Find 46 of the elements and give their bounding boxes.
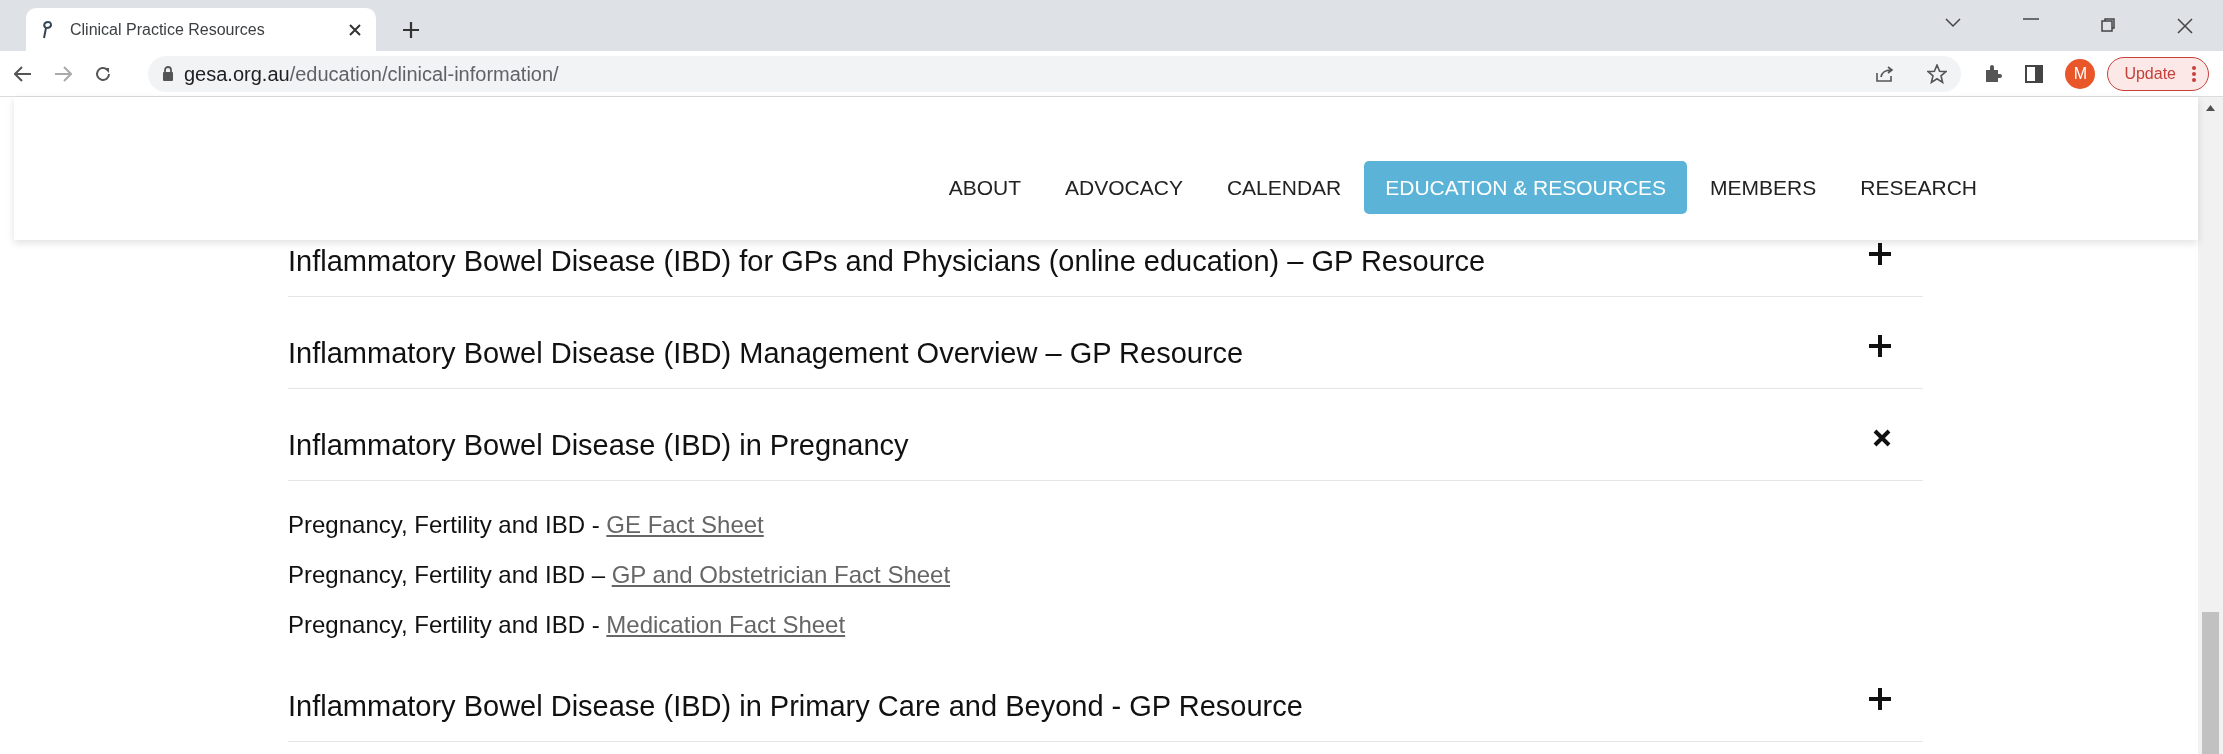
accordion-header[interactable]: Inflammatory Bowel Disease (IBD) Management Overview – GP Resource	[288, 297, 1923, 389]
link-label: Pregnancy, Fertility and IBD –	[288, 560, 607, 590]
close-icon[interactable]	[2177, 17, 2193, 34]
scrollbar-thumb[interactable]	[2202, 612, 2219, 754]
profile-avatar[interactable]: M	[2065, 58, 2096, 89]
puzzle-icon[interactable]	[1983, 63, 2004, 84]
accordion-title: Inflammatory Bowel Disease (IBD) for GPs and Physicians (online education) – GP Resource	[288, 244, 1486, 278]
reload-icon[interactable]	[94, 64, 112, 83]
share-icon[interactable]	[1875, 64, 1896, 83]
chevron-down-icon[interactable]	[1945, 17, 1961, 28]
accordion-header[interactable]: Inflammatory Bowel Disease (IBD) in Primary Care and Beyond - GP Resource	[288, 650, 1923, 742]
link-label: Pregnancy, Fertility and IBD -	[288, 610, 601, 640]
update-button[interactable]: Update	[2107, 56, 2209, 91]
accordion-header[interactable]: Inflammatory Bowel Disease (IBD) for GPs and Physicians (online education) – GP Resource	[288, 240, 1923, 297]
address-bar[interactable]: gesa.org.au/education/clinical-information/	[148, 55, 1962, 92]
plus-icon[interactable]	[1869, 688, 1891, 710]
fact-sheet-link[interactable]: GP and Obstetrician Fact Sheet	[611, 557, 951, 593]
accordion-title: Inflammatory Bowel Disease (IBD) in Pregnancy	[288, 428, 909, 462]
new-tab-icon[interactable]	[402, 21, 420, 39]
accordion-title: Inflammatory Bowel Disease (IBD) in Primary Care and Beyond - GP Resource	[288, 689, 1303, 723]
nav-link[interactable]: ADVOCACY	[1044, 160, 1204, 215]
browser-tab[interactable]: Clinical Practice Resources	[26, 8, 376, 51]
scroll-up-icon[interactable]	[2206, 105, 2215, 111]
fact-sheet-link[interactable]: Medication Fact Sheet	[606, 607, 846, 643]
close-icon[interactable]	[1873, 429, 1891, 447]
link-label: Pregnancy, Fertility and IBD -	[288, 510, 601, 540]
accordion-header[interactable]: Inflammatory Bowel Disease (IBD) in Pregnancy	[288, 389, 1923, 481]
nav-link[interactable]: MEMBERS	[1689, 160, 1838, 215]
fact-sheet-link[interactable]: GE Fact Sheet	[606, 507, 764, 543]
plus-icon[interactable]	[1869, 335, 1891, 357]
side-panel-icon[interactable]	[2025, 64, 2044, 83]
scrollbar[interactable]	[2198, 97, 2223, 754]
restore-icon[interactable]	[2101, 17, 2115, 32]
plus-icon[interactable]	[1869, 243, 1891, 265]
nav-link[interactable]: CALENDAR	[1205, 160, 1363, 215]
url-text: gesa.org.au/education/clinical-information/	[184, 61, 560, 87]
back-icon[interactable]	[14, 65, 32, 82]
accordion-title: Inflammatory Bowel Disease (IBD) Management Overview – GP Resource	[288, 336, 1244, 370]
tab-title: Clinical Practice Resources	[70, 19, 266, 40]
close-icon[interactable]	[348, 22, 362, 37]
nav-link[interactable]: ABOUT	[927, 160, 1043, 215]
minimize-icon[interactable]	[2023, 17, 2039, 20]
nav-link[interactable]: RESEARCH	[1839, 160, 1998, 215]
star-icon[interactable]	[1927, 63, 1948, 84]
lock-icon	[162, 66, 174, 81]
more-icon	[2192, 65, 2196, 82]
